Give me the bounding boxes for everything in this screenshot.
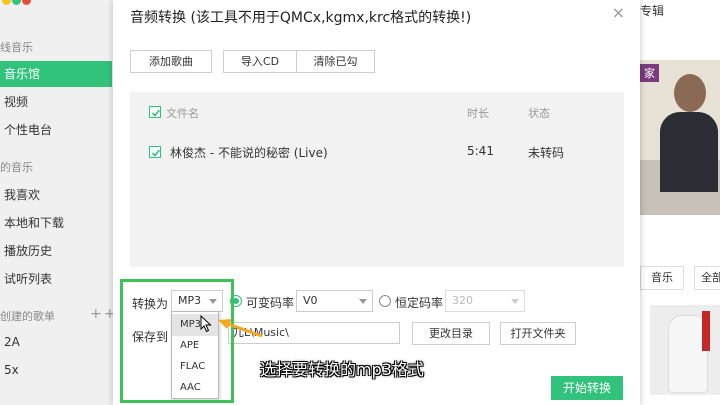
- poster-accent: [702, 311, 710, 351]
- column-status: 状态: [528, 107, 550, 120]
- sidebar: 线音乐 音乐馆 视频 个性电台 的音乐 我喜欢 本地和下载 播放历史 试听列表 …: [0, 0, 116, 405]
- import-cd-button[interactable]: 导入CD: [223, 50, 297, 73]
- change-directory-button[interactable]: 更改目录: [412, 322, 490, 345]
- app-logo-icon: [2, 0, 32, 8]
- select-all-checkbox[interactable]: [149, 106, 161, 118]
- row-filename: 林俊杰 - 不能说的秘密 (Live): [170, 146, 328, 160]
- sidebar-playlist-2a[interactable]: 2A: [0, 329, 112, 355]
- check-icon: [151, 149, 161, 157]
- pointer-arrow-icon: [218, 319, 263, 338]
- all-filter-button[interactable]: 全部: [694, 266, 720, 290]
- add-playlist-icon[interactable]: +: [90, 306, 102, 322]
- sidebar-section-online: 线音乐: [0, 41, 33, 54]
- banner-person-body: [660, 112, 718, 192]
- cbr-label: 恒定码率: [395, 296, 444, 310]
- sidebar-section-created: 创建的歌单: [0, 310, 55, 323]
- clear-checked-button[interactable]: 清除已勾: [296, 50, 375, 73]
- add-song-button[interactable]: 添加歌曲: [130, 50, 212, 73]
- tab-albums[interactable]: 专辑: [640, 2, 664, 19]
- column-filename: 文件名: [166, 107, 199, 120]
- chevron-down-icon: [511, 299, 519, 304]
- highlight-box: [120, 279, 234, 403]
- row-duration: 5:41: [467, 144, 494, 158]
- close-icon[interactable]: ×: [612, 3, 625, 22]
- check-icon: [151, 109, 161, 117]
- dialog-title: 音频转换 (该工具不用于QMCx,kgmx,krc格式的转换!): [130, 10, 472, 26]
- open-folder-button[interactable]: 打开文件夹: [500, 322, 576, 345]
- column-duration: 时长: [467, 107, 489, 120]
- sidebar-section-mine: 的音乐: [0, 161, 33, 174]
- cbr-select-value: 320: [452, 294, 473, 307]
- album-poster[interactable]: [650, 305, 720, 395]
- music-filter-button[interactable]: 音乐: [640, 266, 684, 290]
- sidebar-item-favorites[interactable]: 我喜欢: [0, 182, 112, 208]
- sidebar-playlist-5x[interactable]: 5x: [0, 357, 112, 383]
- vbr-select[interactable]: V0: [296, 290, 373, 312]
- tutorial-caption: 选择要转换的mp3格式: [260, 360, 424, 379]
- start-convert-button[interactable]: 开始转换: [551, 376, 623, 400]
- banner-person-head: [674, 74, 706, 112]
- cbr-radio[interactable]: [379, 295, 391, 307]
- row-status: 未转码: [528, 146, 565, 160]
- row-checkbox[interactable]: [149, 146, 161, 158]
- vbr-select-value: V0: [303, 294, 318, 307]
- mouse-cursor-icon: [200, 315, 212, 333]
- sidebar-item-radio[interactable]: 个性电台: [0, 117, 112, 143]
- sidebar-item-local-downloads[interactable]: 本地和下载: [0, 210, 112, 236]
- sidebar-item-video[interactable]: 视频: [0, 89, 112, 115]
- song-list: 文件名 时长 状态 林俊杰 - 不能说的秘密 (Live) 5:41 未转码: [130, 92, 624, 267]
- banner-image[interactable]: 家: [640, 60, 720, 215]
- banner-tag: 家: [640, 64, 659, 82]
- cbr-select[interactable]: 320: [445, 290, 525, 312]
- sidebar-item-trial-list[interactable]: 试听列表: [0, 266, 112, 292]
- sidebar-item-music-hall[interactable]: 音乐馆: [0, 61, 112, 87]
- vbr-label: 可变码率: [246, 296, 295, 310]
- chevron-down-icon: [359, 299, 367, 304]
- sidebar-item-history[interactable]: 播放历史: [0, 238, 112, 264]
